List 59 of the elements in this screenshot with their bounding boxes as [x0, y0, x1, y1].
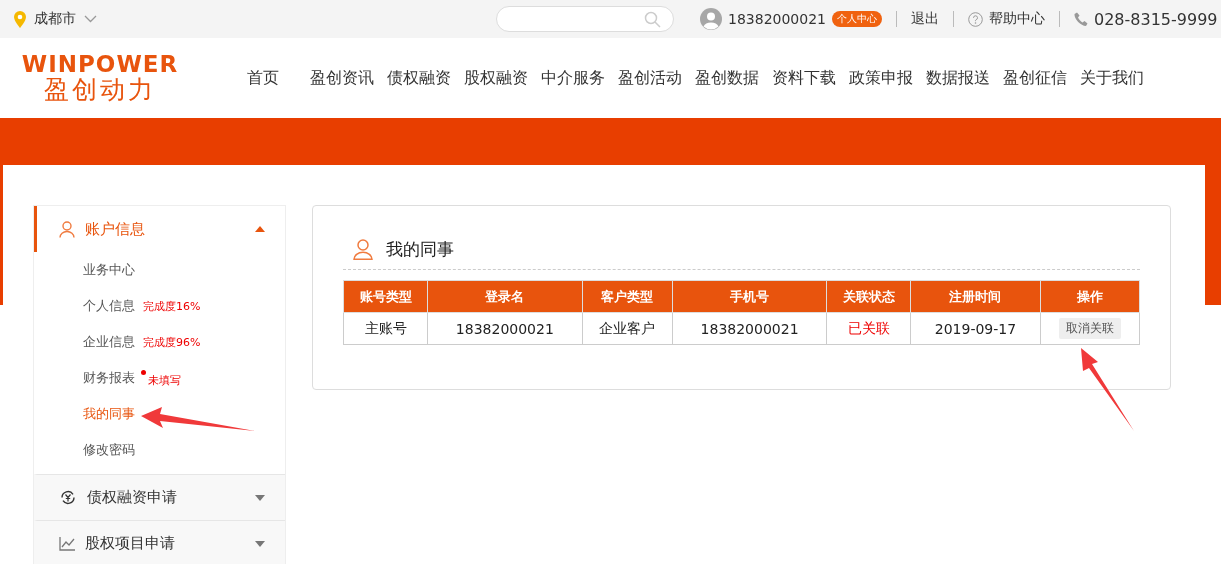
- help-link[interactable]: 帮助中心: [989, 10, 1045, 28]
- nav-item[interactable]: 首页: [247, 67, 279, 89]
- panel-title: 我的同事: [386, 238, 454, 261]
- sidebar-section[interactable]: 债权融资申请: [34, 474, 285, 520]
- table-cell: 2019-09-17: [910, 312, 1040, 345]
- phone-icon: [1074, 11, 1088, 27]
- status-note: 完成度16%: [143, 298, 201, 314]
- caret-down-icon[interactable]: [255, 494, 265, 501]
- logo-chinese-name[interactable]: 盈创动力: [44, 75, 156, 104]
- caret-down-icon[interactable]: [255, 540, 265, 547]
- nav-item[interactable]: 中介服务: [541, 67, 605, 89]
- column-header: 关联状态: [826, 280, 911, 313]
- nav-item[interactable]: 股权融资: [464, 67, 528, 89]
- table-cell: 主账号: [343, 312, 428, 345]
- sidebar-section[interactable]: 股权项目申请: [34, 520, 285, 564]
- sidebar-item[interactable]: 业务中心: [83, 261, 135, 279]
- person-icon: [353, 239, 373, 260]
- column-header: 登录名: [427, 280, 583, 313]
- nav-item[interactable]: 债权融资: [387, 67, 451, 89]
- nav-item[interactable]: 盈创活动: [618, 67, 682, 89]
- location-pin-icon: [14, 10, 26, 28]
- nav-item[interactable]: 盈创数据: [695, 67, 759, 89]
- search-icon[interactable]: [644, 10, 661, 28]
- chevron-down-icon[interactable]: [84, 15, 97, 23]
- status-note: 完成度96%: [143, 334, 201, 350]
- sidebar-item[interactable]: 企业信息: [83, 333, 135, 351]
- question-icon: [968, 11, 983, 27]
- nav-item[interactable]: 盈创征信: [1003, 67, 1067, 89]
- sidebar-item[interactable]: 修改密码: [83, 441, 135, 459]
- avatar-icon[interactable]: [700, 8, 722, 30]
- line-chart-icon: [59, 536, 75, 551]
- nav-item[interactable]: 盈创资讯: [310, 67, 374, 89]
- coin-cycle-icon: [59, 490, 77, 505]
- table-cell: 企业客户: [582, 312, 673, 345]
- status-note: 未填写: [148, 372, 181, 388]
- nav-item[interactable]: 资料下载: [772, 67, 836, 89]
- column-header: 账号类型: [343, 280, 428, 313]
- user-phone: 18382000021: [728, 11, 826, 27]
- column-header: 注册时间: [910, 280, 1040, 313]
- caret-up-icon[interactable]: [255, 226, 265, 232]
- hotline-number: 028-8315-9999: [1094, 9, 1218, 29]
- column-header: 操作: [1040, 280, 1140, 313]
- table-cell: 已关联: [826, 312, 911, 345]
- logout-link[interactable]: 退出: [911, 10, 939, 28]
- city-selector[interactable]: 成都市: [34, 10, 76, 28]
- nav-item[interactable]: 关于我们: [1080, 67, 1144, 89]
- sidebar-item[interactable]: 我的同事: [83, 405, 135, 423]
- unlink-button[interactable]: 取消关联: [1058, 318, 1121, 339]
- sidebar-item[interactable]: 个人信息: [83, 297, 135, 315]
- logo-wordmark[interactable]: WINPOWER: [21, 52, 179, 76]
- table-cell: 18382000021: [672, 312, 827, 345]
- nav-item[interactable]: 政策申报: [849, 67, 913, 89]
- column-header: 客户类型: [582, 280, 673, 313]
- sidebar-item[interactable]: 财务报表: [83, 369, 135, 387]
- table-cell: 18382000021: [427, 312, 583, 345]
- search-field[interactable]: [496, 6, 674, 32]
- nav-item[interactable]: 数据报送: [926, 67, 990, 89]
- person-icon: [59, 220, 75, 238]
- column-header: 手机号: [672, 280, 827, 313]
